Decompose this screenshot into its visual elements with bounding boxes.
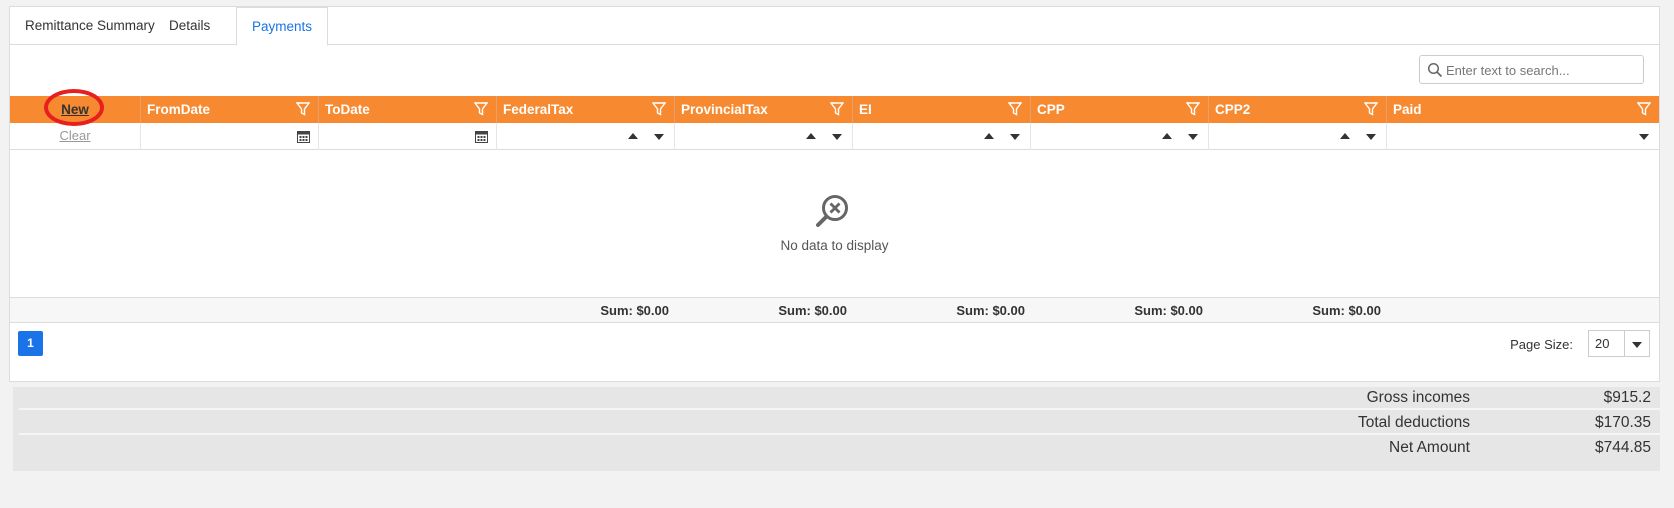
totals-value: $170.35 xyxy=(1594,414,1651,431)
filter-command-cell: Clear xyxy=(10,123,141,150)
totals-panel: Gross incomes $915.2 Total deductions $1… xyxy=(13,387,1660,471)
filter-cpp2-input[interactable] xyxy=(1209,123,1387,150)
totals-label: Gross incomes xyxy=(1366,389,1470,406)
header-todate[interactable]: ToDate xyxy=(319,96,497,123)
spin-down-icon[interactable] xyxy=(1366,134,1376,140)
spin-up-icon[interactable] xyxy=(1162,133,1172,139)
column-label: ToDate xyxy=(325,102,370,117)
filter-icon[interactable] xyxy=(296,102,310,116)
header-paid[interactable]: Paid xyxy=(1387,96,1659,123)
filter-todate-input[interactable] xyxy=(319,123,497,150)
header-fromdate[interactable]: FromDate xyxy=(141,96,319,123)
filter-icon[interactable] xyxy=(1186,102,1200,116)
filter-row: Clear xyxy=(10,123,1659,150)
header-ei[interactable]: EI xyxy=(853,96,1031,123)
payments-panel: Remittance Summary Details Payments New … xyxy=(9,6,1660,382)
totals-label: Total deductions xyxy=(1357,414,1470,431)
tab-remittance-summary[interactable]: Remittance Summary xyxy=(10,7,170,45)
filter-federaltax-input[interactable] xyxy=(497,123,675,150)
search-input[interactable] xyxy=(1446,60,1636,80)
spin-up-icon[interactable] xyxy=(806,133,816,139)
tab-bar: Remittance Summary Details Payments xyxy=(10,7,1659,46)
header-cpp[interactable]: CPP xyxy=(1031,96,1209,123)
summary-row: Sum: $0.00 Sum: $0.00 Sum: $0.00 Sum: $0… xyxy=(10,297,1659,323)
highlight-circle xyxy=(44,89,104,126)
chevron-down-icon[interactable] xyxy=(1632,342,1642,348)
filter-icon[interactable] xyxy=(1008,102,1022,116)
column-label: FederalTax xyxy=(503,102,574,117)
sum-cpp2: Sum: $0.00 xyxy=(1312,303,1381,318)
page-size-label: Page Size: xyxy=(1510,337,1573,352)
header-cpp2[interactable]: CPP2 xyxy=(1209,96,1387,123)
totals-value: $915.2 xyxy=(1603,389,1651,406)
filter-icon[interactable] xyxy=(652,102,666,116)
spin-down-icon[interactable] xyxy=(1188,134,1198,140)
column-label: CPP2 xyxy=(1215,102,1251,117)
spin-up-icon[interactable] xyxy=(628,133,638,139)
header-command-cell: New xyxy=(10,89,141,126)
empty-message: No data to display xyxy=(780,238,889,253)
column-label: EI xyxy=(859,102,872,117)
totals-value: $744.85 xyxy=(1594,439,1651,456)
sum-cpp: Sum: $0.00 xyxy=(1134,303,1203,318)
clear-filter-button[interactable]: Clear xyxy=(10,123,140,149)
chevron-down-icon[interactable] xyxy=(1639,134,1649,140)
pager-page-button[interactable]: 1 xyxy=(18,331,43,356)
sum-provincialtax: Sum: $0.00 xyxy=(778,303,847,318)
filter-fromdate-input[interactable] xyxy=(141,123,319,150)
no-data-icon xyxy=(816,195,848,227)
page-size-select[interactable]: 20 xyxy=(1588,330,1650,357)
divider xyxy=(1624,331,1625,356)
search-icon xyxy=(1427,62,1443,78)
header-federaltax[interactable]: FederalTax xyxy=(497,96,675,123)
tab-details[interactable]: Details xyxy=(154,7,225,45)
empty-data-area: No data to display xyxy=(10,150,1659,297)
search-box[interactable] xyxy=(1419,55,1644,84)
filter-icon[interactable] xyxy=(1637,102,1651,116)
spin-up-icon[interactable] xyxy=(984,133,994,139)
calendar-icon[interactable] xyxy=(297,130,310,143)
page-size-value: 20 xyxy=(1595,336,1610,351)
spin-down-icon[interactable] xyxy=(654,134,664,140)
header-provincialtax[interactable]: ProvincialTax xyxy=(675,96,853,123)
calendar-icon[interactable] xyxy=(475,130,488,143)
totals-row-gross: Gross incomes $915.2 xyxy=(19,387,1660,410)
filter-icon[interactable] xyxy=(1364,102,1378,116)
filter-icon[interactable] xyxy=(474,102,488,116)
column-label: CPP xyxy=(1037,102,1065,117)
grid-header: New FromDate ToDate FederalTax Provincia… xyxy=(10,89,1659,126)
sum-federaltax: Sum: $0.00 xyxy=(600,303,669,318)
filter-provincialtax-input[interactable] xyxy=(675,123,853,150)
totals-label: Net Amount xyxy=(1389,439,1470,456)
spin-up-icon[interactable] xyxy=(1340,133,1350,139)
sum-ei: Sum: $0.00 xyxy=(956,303,1025,318)
filter-paid-select[interactable] xyxy=(1387,123,1659,150)
tab-payments[interactable]: Payments xyxy=(236,7,329,46)
column-label: FromDate xyxy=(147,102,211,117)
spin-down-icon[interactable] xyxy=(832,134,842,140)
filter-icon[interactable] xyxy=(830,102,844,116)
filter-cpp-input[interactable] xyxy=(1031,123,1209,150)
totals-row-net: Net Amount $744.85 xyxy=(19,437,1660,460)
filter-ei-input[interactable] xyxy=(853,123,1031,150)
column-label: ProvincialTax xyxy=(681,102,768,117)
column-label: Paid xyxy=(1393,102,1422,117)
spin-down-icon[interactable] xyxy=(1010,134,1020,140)
totals-row-deductions: Total deductions $170.35 xyxy=(19,412,1660,435)
